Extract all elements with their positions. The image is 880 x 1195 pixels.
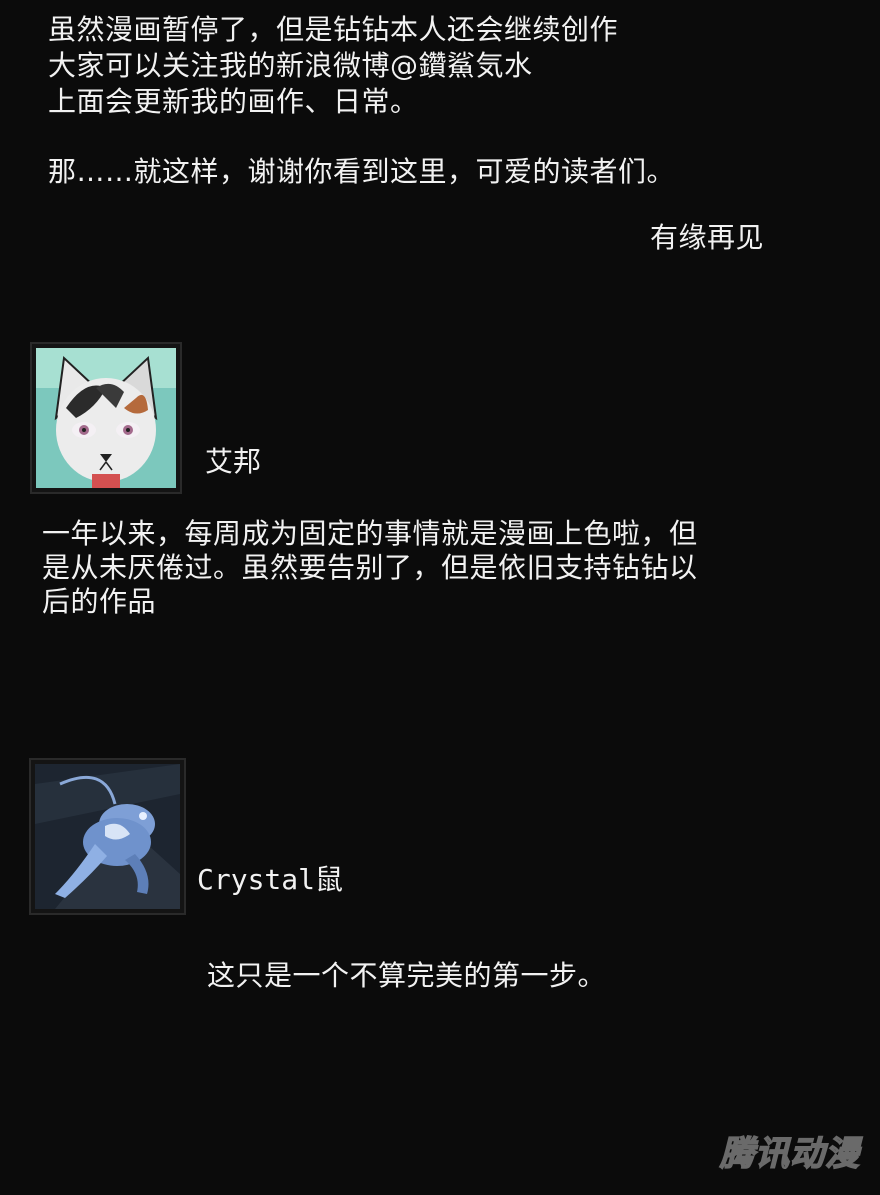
comment-author: Crystal鼠 xyxy=(197,863,344,896)
avatar-cat-icon xyxy=(32,344,180,492)
comment-line-3: 后的作品 xyxy=(42,585,157,618)
comment-author: 艾邦 xyxy=(205,445,262,478)
cat-portrait-icon xyxy=(36,348,176,488)
note-line-1: 虽然漫画暂停了，但是钻钻本人还会继续创作 xyxy=(48,13,619,46)
note-line-3: 上面会更新我的画作、日常。 xyxy=(48,85,419,118)
crystal-creature-icon xyxy=(35,764,180,909)
note-line-2: 大家可以关注我的新浪微博@鑽鯊気水 xyxy=(48,49,533,82)
note-line-4: 那……就这样，谢谢你看到这里，可爱的读者们。 xyxy=(48,155,676,188)
comment-line-1: 一年以来，每周成为固定的事情就是漫画上色啦，但 xyxy=(42,517,698,550)
avatar-crystal-icon xyxy=(31,760,184,913)
comment-line-1: 这只是一个不算完美的第一步。 xyxy=(207,959,607,992)
watermark-logo: 腾讯动漫 xyxy=(719,1133,860,1175)
note-signoff: 有缘再见 xyxy=(650,221,765,254)
comment-line-2: 是从未厌倦过。虽然要告别了，但是依旧支持钻钻以 xyxy=(42,551,698,584)
